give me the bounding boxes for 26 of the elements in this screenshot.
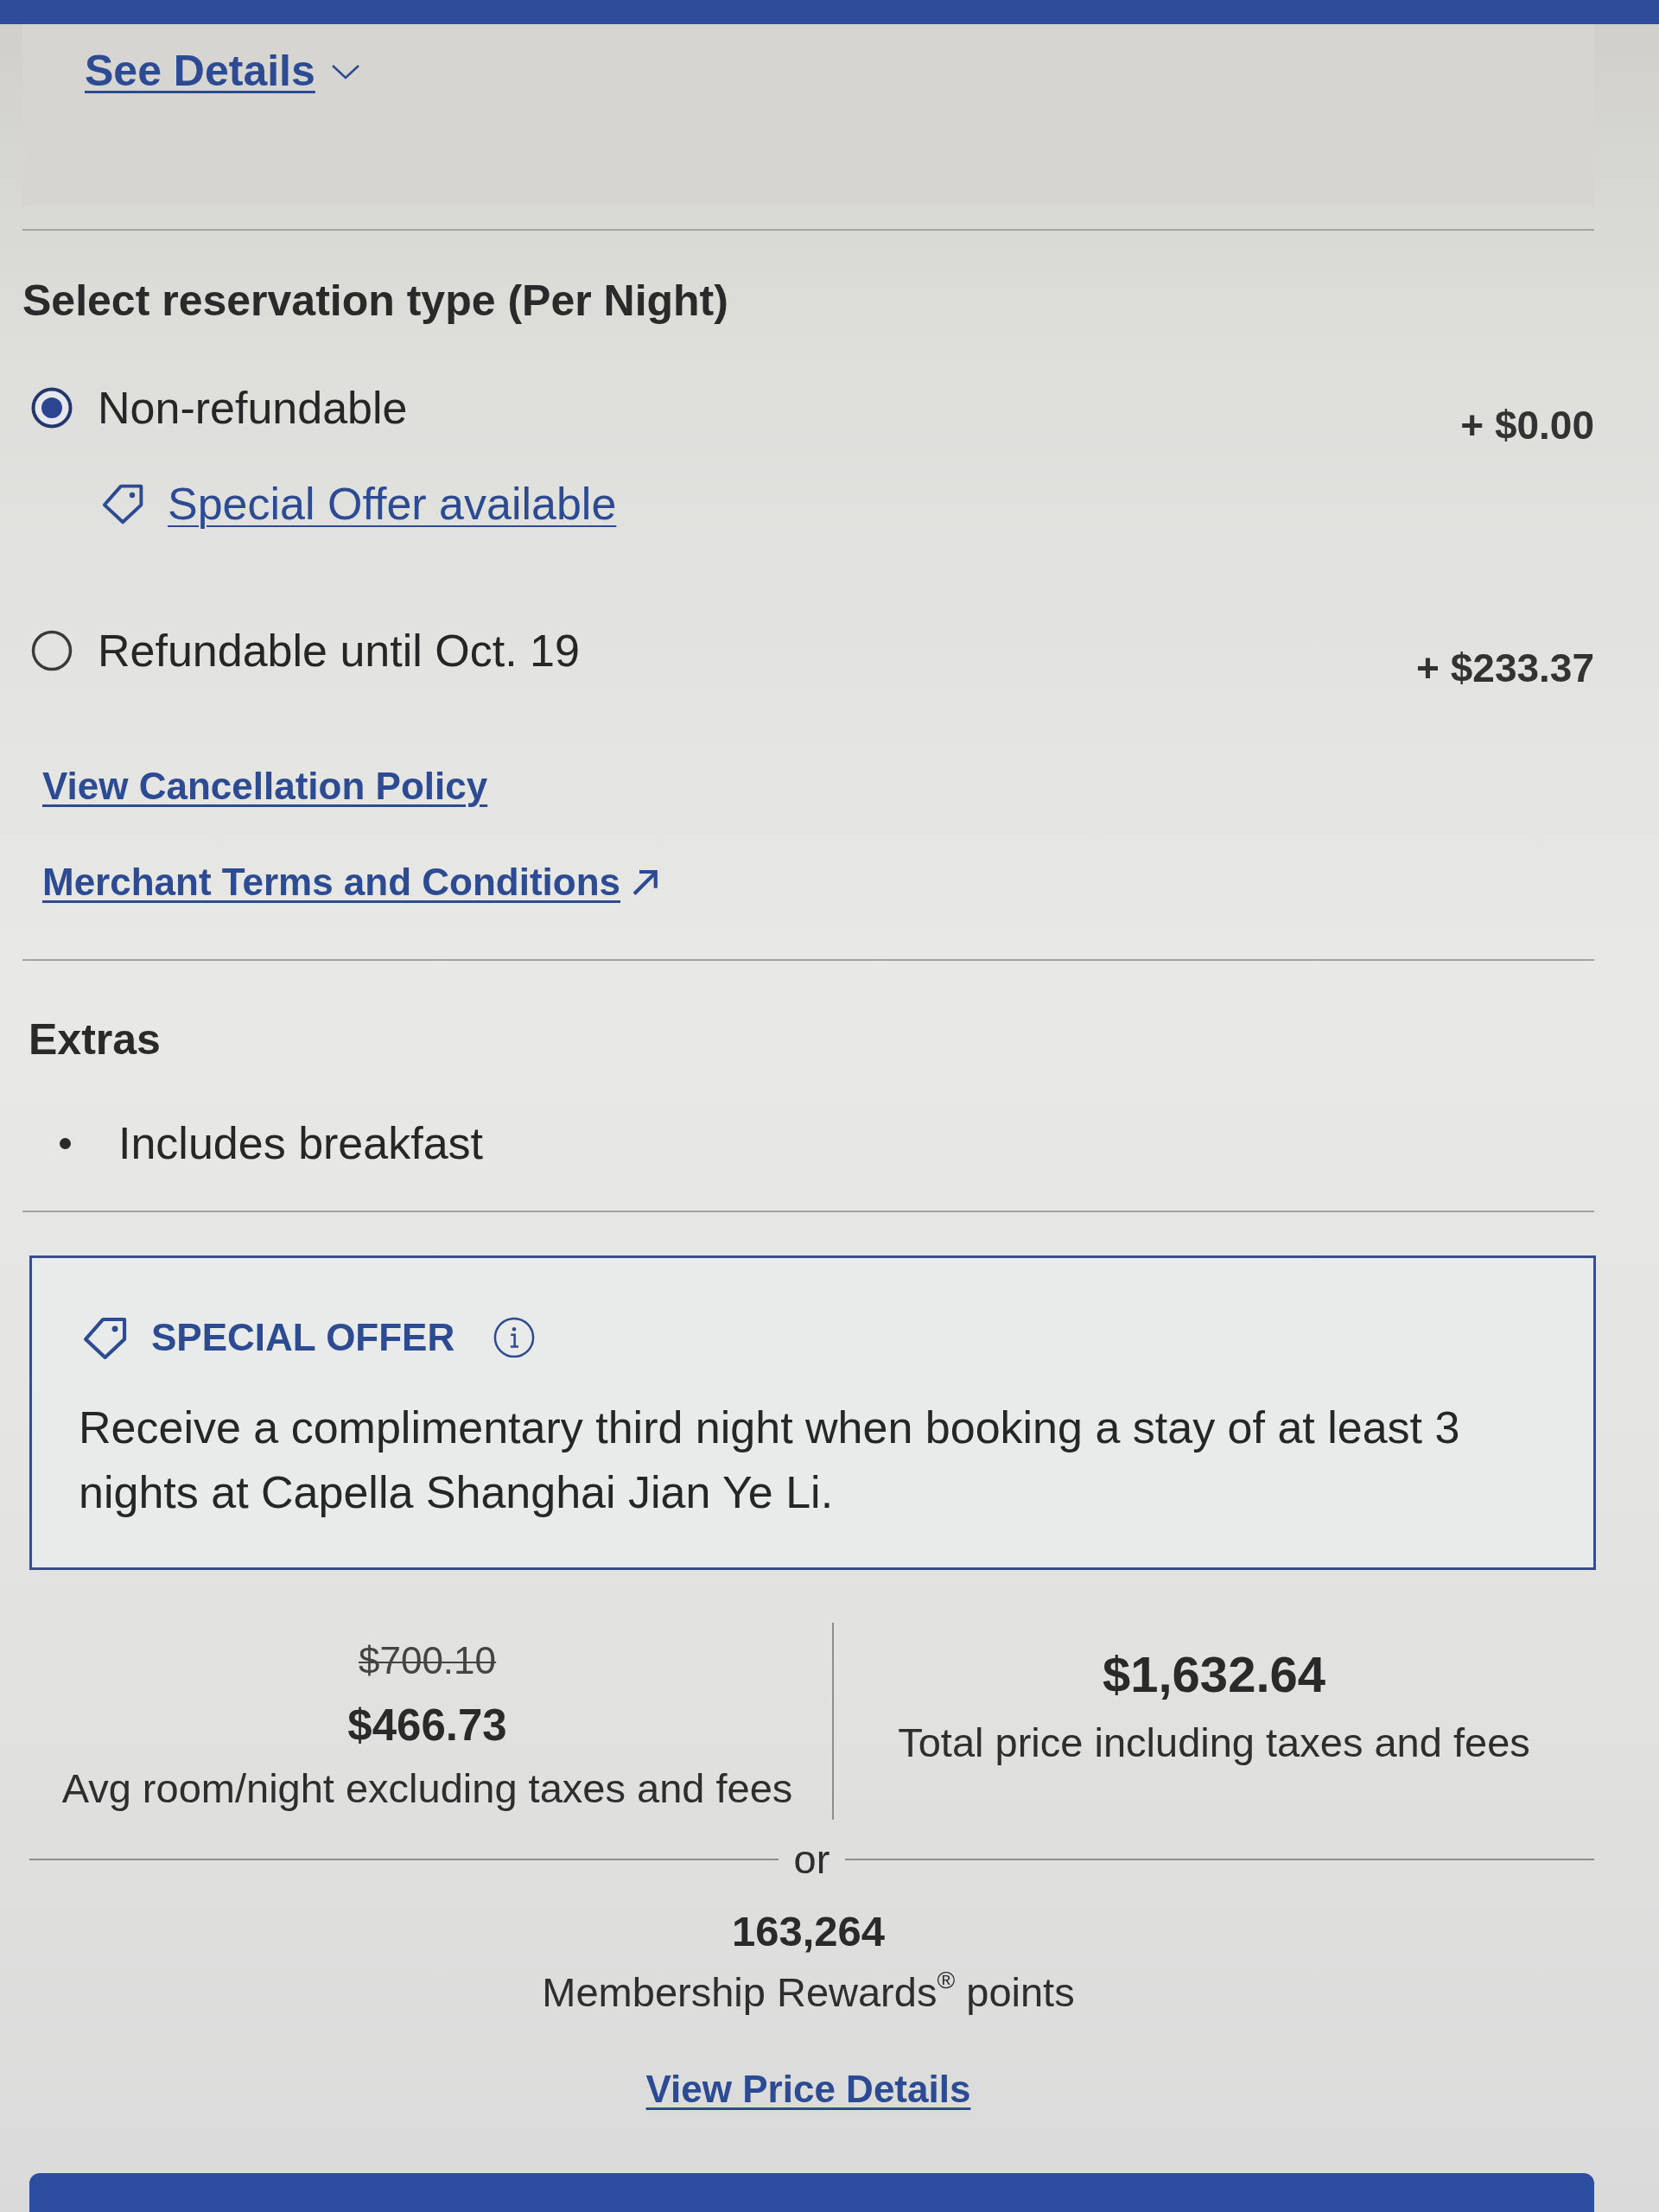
- info-icon[interactable]: [493, 1316, 537, 1359]
- special-offer-title: SPECIAL OFFER: [151, 1316, 455, 1359]
- section-heading: Select reservation type (Per Night): [22, 276, 728, 327]
- special-offer-text: Receive a complimentary third night when booking a stay of at least 3 nights at Capella Shanghai Jian Ye Li.: [79, 1402, 1461, 1519]
- policy-link[interactable]: View Cancellation Policy: [42, 764, 488, 809]
- option-label[interactable]: Refundable until Oct. 19: [98, 625, 580, 677]
- see-details-link[interactable]: See Details: [85, 48, 360, 95]
- bullet-icon: [60, 1137, 71, 1149]
- nightly-price-label: Avg room/night excluding taxes and fees: [61, 1764, 793, 1813]
- separator-label: or: [793, 1838, 830, 1881]
- points-value: 163,264: [731, 1907, 886, 1955]
- total-price-label: Total price including taxes and fees: [898, 1719, 1530, 1767]
- section-heading: Extras: [29, 1014, 161, 1065]
- radio-button[interactable]: [31, 387, 73, 429]
- total-price: $1,632.64: [1103, 1646, 1325, 1703]
- option-price: + $0.00: [1460, 402, 1594, 449]
- extra-item: Includes breakfast: [118, 1117, 484, 1169]
- policy-link[interactable]: Merchant Terms and Conditions: [42, 860, 661, 905]
- special-offer-link[interactable]: Special Offer available: [168, 478, 617, 530]
- nightly-price: $466.73: [347, 1701, 507, 1750]
- view-price-details-link[interactable]: View Price Details: [645, 2067, 971, 2112]
- radio-button[interactable]: [31, 630, 73, 671]
- option-price: + $233.37: [1416, 645, 1594, 692]
- option-label[interactable]: Non-refundable: [98, 382, 408, 434]
- original-price: $700.10: [358, 1639, 497, 1682]
- points-label: Membership Rewards$^{®}$ points: [542, 1968, 1075, 2017]
